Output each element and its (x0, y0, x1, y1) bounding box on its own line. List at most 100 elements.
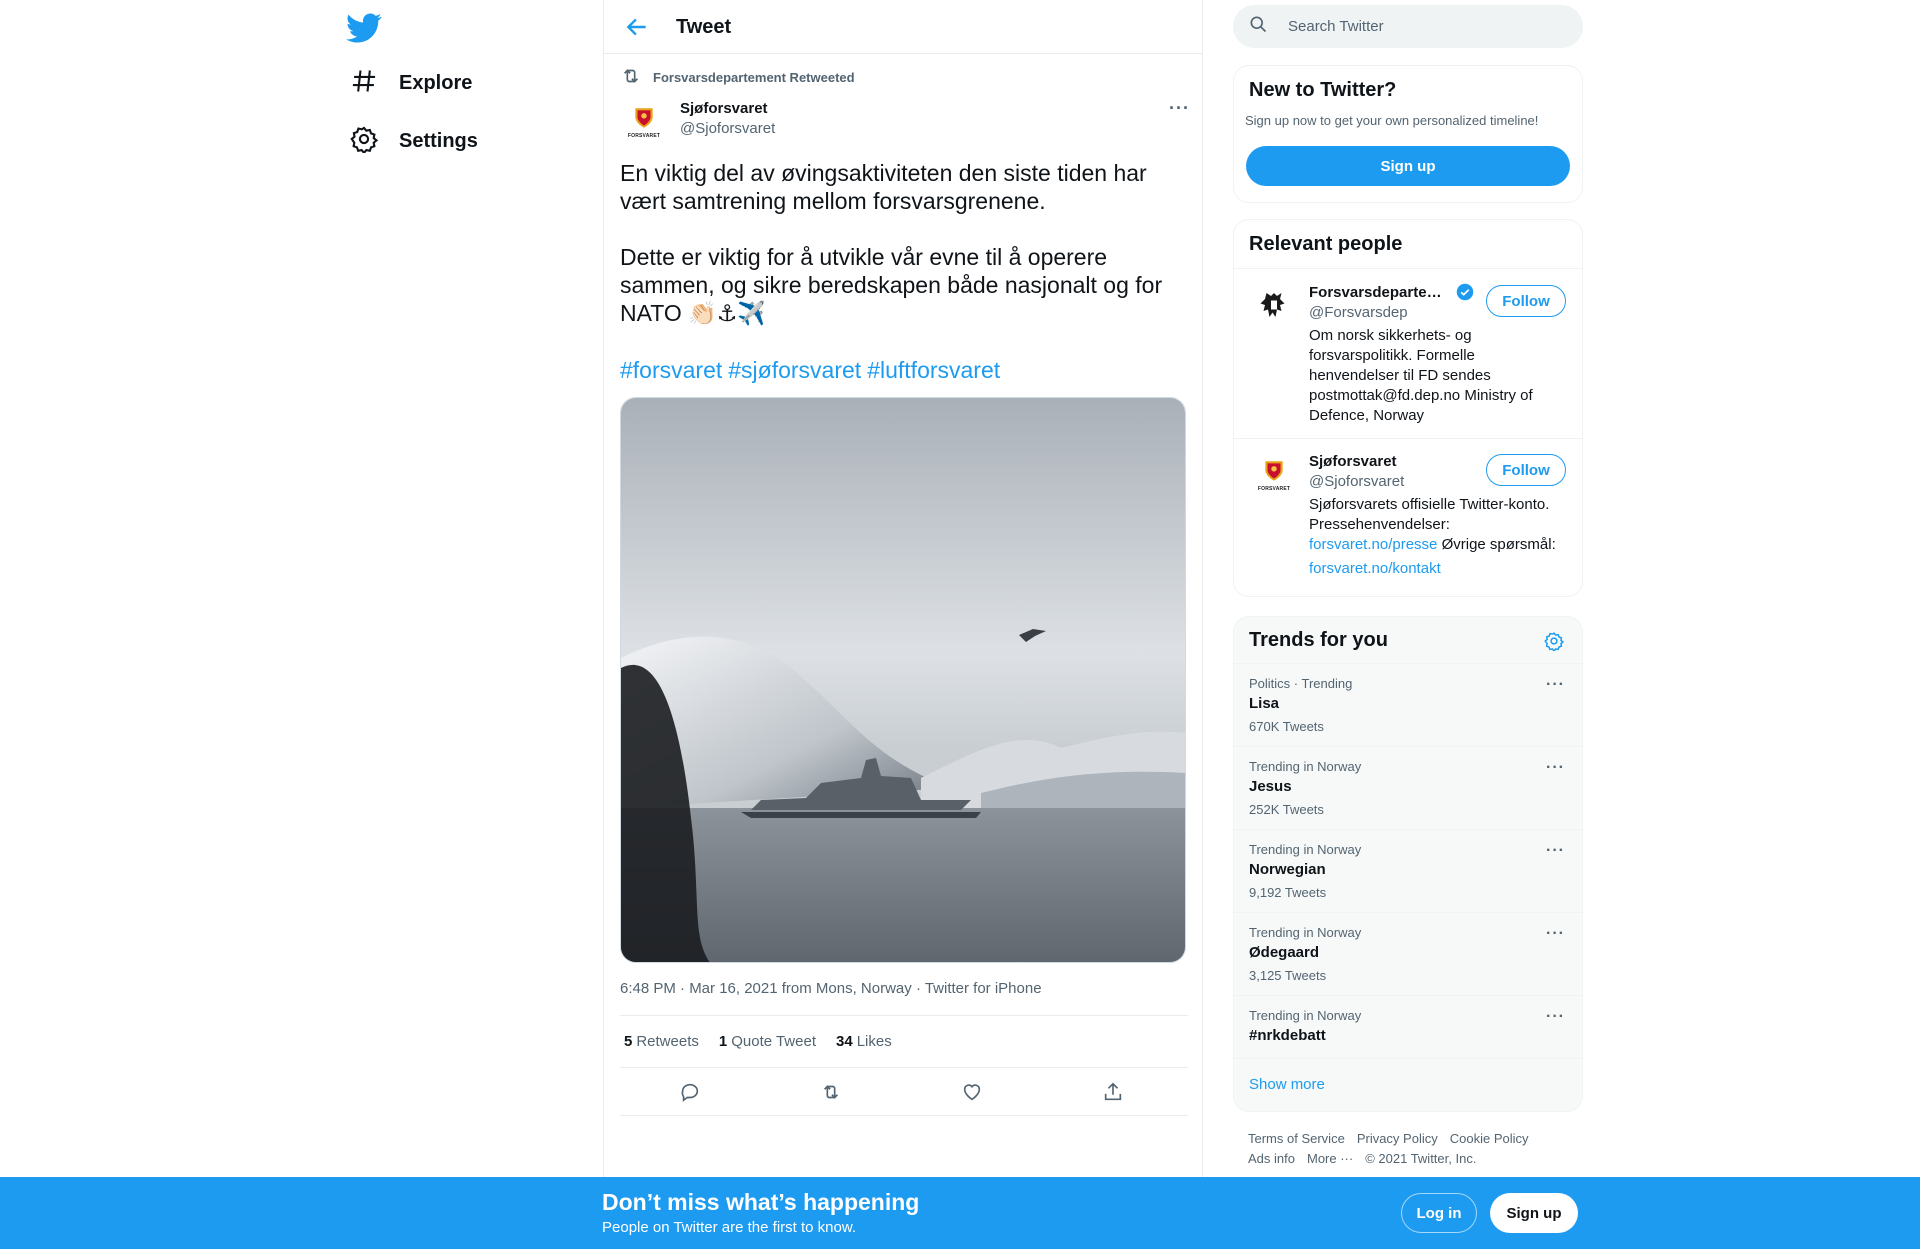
quotes-stat[interactable]: 1 Quote Tweet (719, 1033, 816, 1050)
sign-up-button[interactable]: Sign up (1246, 146, 1570, 186)
more-options-icon[interactable]: ··· (1546, 1008, 1565, 1026)
trend-count: 9,192 Tweets (1249, 885, 1327, 900)
nav-settings-label: Settings (399, 129, 478, 152)
person-card[interactable]: FORSVARET Sjøforsvaret @Sjoforsvaret Fol… (1234, 438, 1582, 596)
search-box[interactable] (1233, 5, 1583, 48)
likes-count: 34 (836, 1033, 853, 1050)
more-options-icon[interactable]: ··· (1546, 759, 1565, 777)
trend-category: Trending in Norway (1249, 759, 1362, 774)
trend-item[interactable]: Trending in Norway Norwegian 9,192 Tweet… (1234, 829, 1582, 912)
reply-icon[interactable] (679, 1081, 701, 1103)
signup-banner: Don’t miss what’s happening People on Tw… (0, 1177, 1920, 1249)
person-bio: Sjøforsvarets offisielle Twitter-konto. … (1309, 495, 1569, 579)
gear-icon (350, 125, 379, 158)
bio-text: Sjøforsvarets offisielle Twitter-konto. … (1309, 496, 1550, 533)
trend-name: Lisa (1249, 695, 1280, 712)
trend-item[interactable]: Trending in Norway Ødegaard 3,125 Tweets… (1234, 912, 1582, 995)
trend-category: Trending in Norway (1249, 1008, 1362, 1023)
share-icon[interactable] (1102, 1081, 1124, 1103)
person-bio: Om norsk sikkerhets- og forsvarspolitikk… (1309, 327, 1533, 424)
person-avatar[interactable]: FORSVARET (1250, 451, 1298, 499)
trends-card: Trends for you Politics · Trending Lisa … (1233, 616, 1583, 1112)
trend-name: Norwegian (1249, 861, 1326, 878)
retweet-context[interactable]: Forsvarsdepartement Retweeted (620, 65, 855, 90)
show-more-link[interactable]: Show more (1249, 1076, 1325, 1093)
main-column: Tweet Forsvarsdepartement Retweeted FORS… (603, 0, 1203, 1249)
trend-item[interactable]: Politics · Trending Lisa 670K Tweets ··· (1234, 663, 1582, 746)
trend-item[interactable]: Trending in Norway #nrkdebatt ··· (1234, 995, 1582, 1058)
likes-label: Likes (856, 1033, 892, 1050)
footer-link-privacy[interactable]: Privacy Policy (1357, 1131, 1438, 1146)
forsvaret-crest-icon (1265, 461, 1283, 481)
like-heart-icon[interactable] (961, 1081, 983, 1103)
trend-category: Politics · Trending (1249, 676, 1353, 691)
trend-item[interactable]: Trending in Norway Jesus 252K Tweets ··· (1234, 746, 1582, 829)
retweets-stat[interactable]: 5 Retweets (624, 1033, 699, 1050)
copyright: © 2021 Twitter, Inc. (1365, 1151, 1477, 1166)
footer-link-cookie[interactable]: Cookie Policy (1450, 1131, 1529, 1146)
footer-link-more[interactable]: More ··· (1307, 1151, 1353, 1166)
hashtag-link[interactable]: #forsvaret (620, 357, 722, 383)
page-title: Tweet (676, 16, 732, 38)
author-handle[interactable]: @Sjoforsvaret (680, 120, 775, 137)
show-more-row[interactable]: Show more (1234, 1058, 1582, 1111)
likes-stat[interactable]: 34 Likes (836, 1033, 892, 1050)
tweet-hashtags: #forsvaret #sjøforsvaret #luftforsvaret (620, 357, 1006, 384)
norway-lion-crest-icon (1260, 293, 1285, 317)
back-arrow-icon[interactable] (624, 14, 650, 40)
hashtag-link[interactable]: #sjøforsvaret (728, 357, 861, 383)
avatar-badge: FORSVARET (1257, 486, 1291, 492)
person-avatar[interactable] (1250, 281, 1298, 329)
person-name[interactable]: Forsvarsdepartement (1309, 284, 1449, 301)
search-input[interactable] (1288, 18, 1548, 35)
trends-settings-gear-icon[interactable] (1544, 631, 1565, 653)
retweets-label: Retweets (636, 1033, 699, 1050)
trend-category: Trending in Norway (1249, 925, 1362, 940)
left-sidebar: Explore Settings (0, 0, 604, 1249)
trend-count: 252K Tweets (1249, 802, 1324, 817)
nav-explore[interactable]: Explore (350, 63, 472, 103)
trend-name: Ødegaard (1249, 944, 1320, 961)
tweet-meta: 6:48 PM · Mar 16, 2021 from Mons, Norway… (620, 980, 1042, 997)
more-options-icon[interactable]: ··· (1546, 842, 1565, 860)
person-card[interactable]: Forsvarsdepartement @Forsvarsdep Follow … (1234, 268, 1582, 438)
nav-explore-label: Explore (399, 71, 473, 94)
quotes-count: 1 (718, 1033, 728, 1050)
tweet-actions (620, 1068, 1188, 1116)
bio-link-kontakt[interactable]: forsvaret.no/kontakt (1309, 559, 1441, 579)
trend-count: 670K Tweets (1249, 719, 1324, 734)
log-in-button[interactable]: Log in (1401, 1193, 1477, 1233)
author-name[interactable]: Sjøforsvaret (680, 100, 768, 117)
new-to-twitter-subtitle: Sign up now to get your own personalized… (1245, 113, 1539, 128)
person-handle[interactable]: @Forsvarsdep (1309, 304, 1408, 321)
more-options-icon[interactable]: ··· (1546, 925, 1565, 943)
bio-link-presse[interactable]: forsvaret.no/presse (1309, 536, 1437, 553)
more-options-icon[interactable]: ··· (1546, 676, 1565, 694)
tweet-photo[interactable] (620, 397, 1186, 963)
retweet-action-icon[interactable] (820, 1081, 842, 1103)
follow-button[interactable]: Follow (1486, 285, 1566, 317)
footer-link-terms[interactable]: Terms of Service (1248, 1131, 1345, 1146)
trend-count: 3,125 Tweets (1249, 968, 1327, 983)
nav-settings[interactable]: Settings (350, 121, 478, 161)
search-icon (1233, 14, 1268, 39)
follow-button[interactable]: Follow (1486, 454, 1566, 486)
author-avatar[interactable]: FORSVARET (620, 98, 668, 146)
banner-sign-up-button[interactable]: Sign up (1490, 1193, 1578, 1233)
retweets-count: 5 (624, 1033, 633, 1050)
hashtag-icon (350, 67, 378, 100)
footer-link-ads[interactable]: Ads info (1248, 1151, 1295, 1166)
verified-badge-icon (1456, 283, 1474, 301)
trends-title: Trends for you (1249, 629, 1388, 651)
tweet-stats: 5 Retweets 1 Quote Tweet 34 Likes (620, 1015, 1188, 1068)
person-name[interactable]: Sjøforsvaret (1309, 453, 1397, 470)
twitter-bird-icon[interactable] (346, 10, 382, 46)
person-handle[interactable]: @Sjoforsvaret (1309, 473, 1404, 490)
photo-ship-fjord-jet (621, 398, 1185, 962)
hashtag-link[interactable]: #luftforsvaret (867, 357, 1000, 383)
more-options-icon[interactable]: ··· (1169, 98, 1190, 119)
tweet-text: En viktig del av øvingsaktiviteten den s… (620, 160, 1163, 326)
bio-text: Øvrige spørsmål: (1437, 536, 1556, 553)
relevant-people-card: Relevant people Forsvarsdepartement @For… (1233, 219, 1583, 597)
quotes-label: Quote Tweet (731, 1033, 816, 1050)
